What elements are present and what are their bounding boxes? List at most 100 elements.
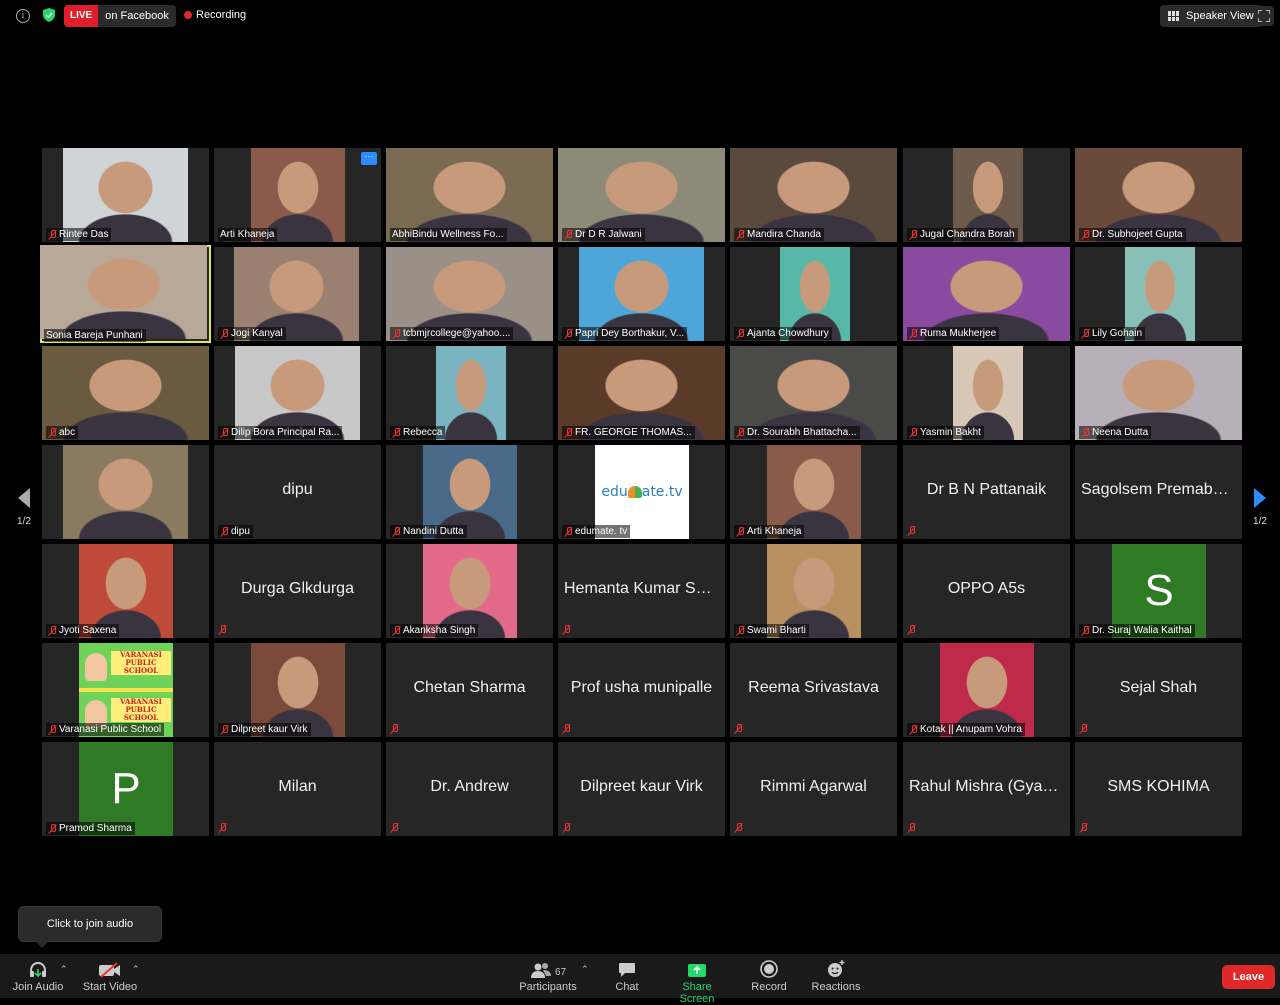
previous-page-button[interactable]: 1/2 xyxy=(14,488,34,527)
mic-muted-icon xyxy=(734,724,743,734)
participant-tile[interactable]: Sonia Bareja Punhani xyxy=(40,245,211,343)
participant-tile[interactable]: OPPO A5s xyxy=(903,544,1070,638)
participant-name-label: Mandira Chanda xyxy=(734,228,824,241)
participant-tile[interactable]: Rahul Mishra (Gyan... xyxy=(903,742,1070,836)
participant-tile[interactable]: Sejal Shah xyxy=(1075,643,1242,737)
participant-tile[interactable] xyxy=(42,445,209,539)
participant-tile[interactable]: edu ate.tv edumate. tv xyxy=(558,445,725,539)
participant-tile[interactable]: Dilpreet kaur Virk xyxy=(214,643,381,737)
participant-name: Arti Khaneja xyxy=(747,526,802,537)
participant-tile[interactable]: Jugal Chandra Borah xyxy=(903,148,1070,242)
participant-tile[interactable]: Chetan Sharma xyxy=(386,643,553,737)
participant-tile[interactable]: Ruma Mukherjee xyxy=(903,247,1070,341)
participant-tile[interactable]: Ajanta Chowdhury xyxy=(730,247,897,341)
record-button[interactable]: Record xyxy=(748,960,790,993)
live-stream-badge[interactable]: LIVE on Facebook xyxy=(64,5,176,27)
participant-tile[interactable]: Dr B N Pattanaik xyxy=(903,445,1070,539)
mic-muted-icon xyxy=(392,526,401,537)
participant-display-name: Hemanta Kumar Sar... xyxy=(564,580,723,597)
participant-tile[interactable]: Yasmin Bakht xyxy=(903,346,1070,440)
participant-name: Lily Gohain xyxy=(1092,328,1143,339)
participants-button[interactable]: 67 Participants xyxy=(516,960,580,993)
participant-display-name: Chetan Sharma xyxy=(413,679,526,696)
fullscreen-button[interactable] xyxy=(1254,6,1274,26)
participant-tile[interactable]: Dr. Andrew xyxy=(386,742,553,836)
participant-tile[interactable]: S Dr. Suraj Walia Kaithal xyxy=(1075,544,1242,638)
participant-tile[interactable]: Lily Gohain xyxy=(1075,247,1242,341)
participant-tile[interactable]: Dilip Bora Principal Ra... xyxy=(214,346,381,440)
participant-tile[interactable]: Papri Dey Borthakur, V... xyxy=(558,247,725,341)
mic-muted-icon xyxy=(736,229,745,240)
info-icon[interactable]: i xyxy=(16,9,30,23)
participant-name-label: Varanasi Public School xyxy=(46,723,165,736)
participant-tile[interactable]: Jyoti Saxena xyxy=(42,544,209,638)
participant-tile[interactable]: Rintee Das xyxy=(42,148,209,242)
participant-tile[interactable]: Prof usha munipalle xyxy=(558,643,725,737)
participant-tile[interactable]: Milan xyxy=(214,742,381,836)
participant-tile[interactable]: Jogi Kanyal xyxy=(214,247,381,341)
participant-name: Dilpreet kaur Virk xyxy=(231,724,308,735)
participant-name-label: abc xyxy=(46,426,79,439)
more-options-button[interactable]: ··· xyxy=(361,152,377,165)
participant-name: Mandira Chanda xyxy=(747,229,821,240)
participant-tile[interactable]: SMS KOHIMA xyxy=(1075,742,1242,836)
logo-text-right: ate.tv xyxy=(641,484,683,500)
mic-muted-icon xyxy=(564,229,573,240)
participant-tile[interactable]: Mandira Chanda xyxy=(730,148,897,242)
participant-tile[interactable]: Nandini Dutta xyxy=(386,445,553,539)
participant-tile[interactable]: Dilpreet kaur Virk xyxy=(558,742,725,836)
participant-name-label: Arti Khaneja xyxy=(218,228,278,241)
participant-tile[interactable]: Kotak || Anupam Vohra xyxy=(903,643,1070,737)
participants-options-chevron-icon[interactable]: ⌃ xyxy=(581,964,589,975)
shield-icon[interactable] xyxy=(43,8,55,22)
participant-tile[interactable]: abc xyxy=(42,346,209,440)
join-audio-button[interactable]: Join Audio xyxy=(12,960,64,993)
participant-tile[interactable]: Dr. Sourabh Bhattacha... xyxy=(730,346,897,440)
chat-button[interactable]: Chat xyxy=(610,960,644,993)
mic-muted-icon xyxy=(218,823,227,833)
participant-tile[interactable]: ··· Arti Khaneja xyxy=(214,148,381,242)
mic-muted-icon xyxy=(909,427,918,438)
participant-tile[interactable]: Dr D R Jalwani xyxy=(558,148,725,242)
recording-indicator[interactable]: Recording xyxy=(184,9,246,21)
speaker-view-button[interactable]: Speaker View xyxy=(1160,5,1262,27)
start-video-button[interactable]: Start Video xyxy=(82,960,138,993)
right-page-indicator: 1/2 xyxy=(1253,516,1267,527)
participant-display-name: Durga Glkdurga xyxy=(241,580,354,597)
mic-muted-icon xyxy=(220,526,229,537)
mic-muted-icon xyxy=(564,427,573,438)
audio-options-chevron-icon[interactable]: ⌃ xyxy=(60,964,68,975)
participant-display-name: Dilpreet kaur Virk xyxy=(580,778,703,795)
mic-muted-icon xyxy=(390,823,399,833)
participant-tile[interactable]: Dr. Subhojeet Gupta xyxy=(1075,148,1242,242)
participant-tile[interactable]: FR. GEORGE THOMAS... xyxy=(558,346,725,440)
mic-muted-icon xyxy=(909,724,918,735)
participant-name-label: Dr D R Jalwani xyxy=(562,228,645,241)
mic-muted-icon xyxy=(909,229,918,240)
participant-tile[interactable]: Neena Dutta xyxy=(1075,346,1242,440)
participant-tile[interactable]: Durga Glkdurga xyxy=(214,544,381,638)
participant-tile[interactable]: Sagolsem Premabat... xyxy=(1075,445,1242,539)
participant-tile[interactable]: tcbmjrcollege@yahoo.... xyxy=(386,247,553,341)
reactions-button[interactable]: Reactions xyxy=(810,960,862,993)
participant-display-name: Rimmi Agarwal xyxy=(760,778,867,795)
participant-display-name: Reema Srivastava xyxy=(748,679,879,696)
participant-tile[interactable]: Reema Srivastava xyxy=(730,643,897,737)
next-page-button[interactable]: 1/2 xyxy=(1250,488,1270,527)
participant-tile[interactable]: Arti Khaneja xyxy=(730,445,897,539)
participant-tile[interactable]: Akanksha Singh xyxy=(386,544,553,638)
recording-dot-icon xyxy=(184,11,192,19)
leave-button[interactable]: Leave xyxy=(1222,965,1275,989)
participant-tile[interactable]: AbhiBindu Wellness Fo... xyxy=(386,148,553,242)
participant-tile[interactable]: Swami Bharti xyxy=(730,544,897,638)
participant-tile[interactable]: P Pramod Sharma xyxy=(42,742,209,836)
participant-tile[interactable]: dipu dipu xyxy=(214,445,381,539)
participant-tile[interactable]: Hemanta Kumar Sar... xyxy=(558,544,725,638)
mic-muted-icon xyxy=(48,724,57,735)
share-screen-button[interactable]: Share Screen xyxy=(664,960,730,1005)
join-audio-tooltip[interactable]: Click to join audio xyxy=(18,906,162,948)
video-options-chevron-icon[interactable]: ⌃ xyxy=(132,964,140,975)
participant-tile[interactable]: Rebecca xyxy=(386,346,553,440)
participant-tile[interactable]: Rimmi Agarwal xyxy=(730,742,897,836)
participant-tile[interactable]: VARANASI PUBLIC SCHOOL VARANASI PUBLIC SC… xyxy=(42,643,209,737)
